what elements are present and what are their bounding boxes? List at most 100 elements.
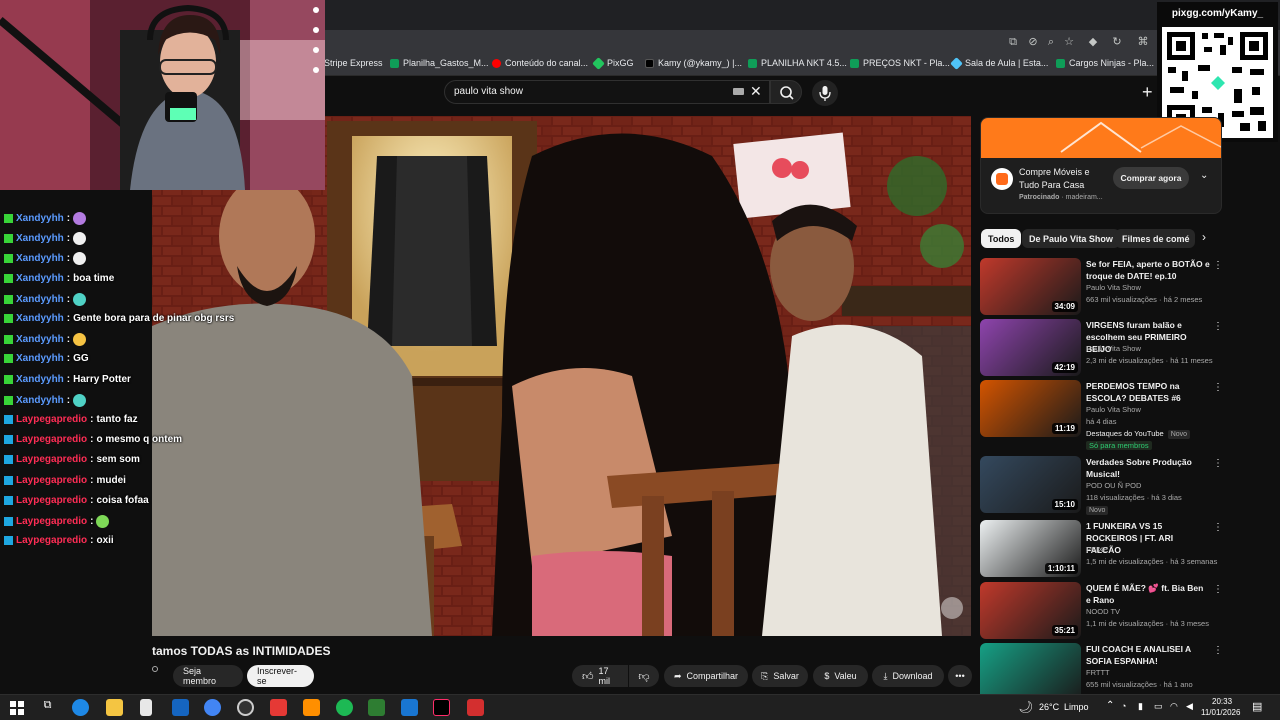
create-icon[interactable]: + bbox=[1142, 82, 1153, 103]
profile-icon[interactable]: ⌘ bbox=[1136, 35, 1150, 49]
recommended-video[interactable]: 35:21 QUEM É MÃE? 💕 ft. Bia Ben e Rano NOO… bbox=[980, 582, 1225, 640]
reload-icon[interactable]: ↻ bbox=[1110, 35, 1124, 49]
recommended-video[interactable]: 42:19 VIRGENS furam balão e escolhem seu … bbox=[980, 319, 1225, 377]
recommended-video[interactable]: 11:19 PERDEMOS TEMPO na ESCOLA? DEBATES #… bbox=[980, 380, 1225, 450]
translate-icon[interactable]: ⧉ bbox=[1006, 35, 1020, 49]
chat-badge-icon bbox=[4, 435, 13, 445]
like-button[interactable]: 👍︎ 17 mil bbox=[572, 665, 628, 687]
video-player[interactable] bbox=[152, 116, 971, 636]
join-button[interactable]: Seja membro bbox=[173, 665, 243, 687]
more-actions-button[interactable]: ••• bbox=[948, 665, 972, 687]
dislike-button[interactable]: 👎︎ bbox=[629, 665, 659, 687]
channel-name[interactable]: Paulo Vita Show bbox=[1086, 283, 1141, 292]
more-vert-icon[interactable]: ⋮ bbox=[1213, 382, 1223, 393]
more-vert-icon[interactable]: ⋮ bbox=[1213, 260, 1223, 271]
video-title[interactable]: QUEM É MÃE? 💕 ft. Bia Ben e Rano bbox=[1086, 582, 1210, 606]
zoom-icon[interactable]: ⌕ bbox=[1044, 35, 1058, 49]
edge-icon[interactable] bbox=[72, 699, 89, 716]
video-title[interactable]: Verdades Sobre Produção Musical! bbox=[1086, 456, 1210, 480]
chat-message: Xandyyhh: bbox=[4, 292, 87, 306]
bookmark-item[interactable]: Conteúdo do canal... bbox=[492, 58, 588, 68]
more-vert-icon[interactable]: ⋮ bbox=[1213, 458, 1223, 469]
wifi-icon[interactable]: ◠ bbox=[1170, 701, 1178, 712]
bookmark-item[interactable]: Sala de Aula | Esta... bbox=[950, 56, 1048, 70]
chip-channel[interactable]: De Paulo Vita Show bbox=[1022, 229, 1120, 248]
thanks-button[interactable]: $ Valeu bbox=[813, 665, 868, 687]
app-x-icon[interactable] bbox=[467, 699, 484, 716]
video-thumbnail[interactable]: 15:10 bbox=[980, 456, 1081, 513]
recommended-video[interactable]: 1:10:11 1 FUNKEIRA VS 15 ROCKEIROS | FT. … bbox=[980, 520, 1225, 578]
save-button[interactable]: ⎘ Salvar bbox=[752, 665, 808, 687]
tiktok-icon[interactable] bbox=[433, 699, 450, 716]
photos-icon[interactable] bbox=[401, 699, 418, 716]
video-title[interactable]: FUI COACH E ANALISEI A SOFIA ESPANHA! bbox=[1086, 643, 1210, 667]
microphone-icon[interactable]: ▮ bbox=[1138, 701, 1143, 712]
bookmark-item[interactable]: Stripe Express bbox=[324, 58, 383, 68]
ad-cta-button[interactable]: Comprar agora bbox=[1113, 167, 1189, 189]
chevron-up-icon[interactable]: ⌃ bbox=[1106, 700, 1114, 711]
channel-name[interactable]: PEIXE bbox=[1086, 545, 1108, 554]
app-a-icon[interactable] bbox=[303, 699, 320, 716]
keyboard-icon[interactable] bbox=[733, 88, 744, 95]
spotify-icon[interactable] bbox=[336, 699, 353, 716]
bookmark-item[interactable]: Planilha_Gastos_M... bbox=[390, 58, 489, 68]
microphone-icon bbox=[819, 86, 831, 101]
chip-all[interactable]: Todos bbox=[981, 229, 1022, 248]
extension-icon[interactable]: ◆ bbox=[1086, 35, 1100, 49]
recommended-video[interactable]: FUI COACH E ANALISEI A SOFIA ESPANHA! FRT… bbox=[980, 643, 1225, 701]
channel-name[interactable]: Paulo Vita Show bbox=[1086, 405, 1141, 414]
chrome-icon[interactable] bbox=[204, 699, 221, 716]
clock-time[interactable]: 20:33 bbox=[1212, 697, 1232, 706]
video-thumbnail[interactable]: 34:09 bbox=[980, 258, 1081, 315]
clock-date[interactable]: 11/01/2026 bbox=[1201, 708, 1240, 717]
bookmark-item[interactable]: Kamy (@ykamy_) |... bbox=[645, 58, 742, 68]
ad-card[interactable]: Compre Móveis e Tudo Para Casa Patrocina… bbox=[980, 117, 1222, 214]
app-w-icon[interactable] bbox=[270, 699, 287, 716]
channel-name[interactable]: Paulo Vita Show bbox=[1086, 344, 1141, 353]
windows-start-icon[interactable] bbox=[10, 701, 24, 715]
clear-search-icon[interactable]: ✕ bbox=[750, 83, 762, 100]
chevron-down-icon[interactable]: ⌄ bbox=[1200, 170, 1208, 181]
task-view-icon[interactable]: ⧉ bbox=[39, 699, 56, 716]
subscribe-button[interactable]: Inscrever-se bbox=[247, 665, 314, 687]
display-icon[interactable]: ▭ bbox=[1154, 701, 1163, 712]
chat-separator: : bbox=[66, 373, 71, 385]
network-icon[interactable]: ◔ bbox=[1121, 701, 1126, 711]
mail-icon[interactable] bbox=[172, 699, 189, 716]
search-button[interactable] bbox=[770, 80, 802, 104]
obs-icon[interactable] bbox=[237, 699, 254, 716]
bookmark-item[interactable]: PREÇOS NKT - Pla... bbox=[850, 58, 950, 68]
video-thumbnail[interactable] bbox=[980, 643, 1081, 700]
download-button[interactable]: ⤓ Download bbox=[872, 665, 944, 687]
recommended-video[interactable]: 34:09 Se for FEIA, aperte o BOTÃO e troqu… bbox=[980, 258, 1225, 316]
more-vert-icon[interactable]: ⋮ bbox=[1213, 584, 1223, 595]
chevron-right-icon[interactable]: › bbox=[1202, 230, 1206, 244]
notepad-icon[interactable] bbox=[140, 699, 152, 716]
bookmark-item[interactable]: PLANILHA NKT 4.5... bbox=[748, 58, 847, 68]
more-vert-icon[interactable]: ⋮ bbox=[1213, 321, 1223, 332]
streaming-app-icon[interactable] bbox=[368, 699, 385, 716]
notification-icon[interactable]: ▤ bbox=[1252, 700, 1262, 713]
bookmark-item[interactable]: PixGG bbox=[592, 56, 634, 70]
video-thumbnail[interactable]: 35:21 bbox=[980, 582, 1081, 639]
video-thumbnail[interactable]: 11:19 bbox=[980, 380, 1081, 437]
video-thumbnail[interactable]: 1:10:11 bbox=[980, 520, 1081, 577]
video-title[interactable]: Se for FEIA, aperte o BOTÃO e troque de … bbox=[1086, 258, 1210, 282]
chip-comedy[interactable]: Filmes de comé bbox=[1115, 229, 1195, 248]
bookmark-item[interactable]: Cargos Ninjas - Pla... bbox=[1056, 58, 1154, 68]
more-vert-icon[interactable]: ⋮ bbox=[1213, 522, 1223, 533]
volume-icon[interactable]: ◀ bbox=[1186, 701, 1193, 712]
channel-name[interactable]: POD OU Ñ POD bbox=[1086, 481, 1141, 490]
video-title[interactable]: PERDEMOS TEMPO na ESCOLA? DEBATES #6 bbox=[1086, 380, 1210, 404]
more-icon: ••• bbox=[955, 671, 965, 681]
tracking-icon[interactable]: ⊘ bbox=[1026, 35, 1040, 49]
more-vert-icon[interactable]: ⋮ bbox=[1213, 645, 1223, 656]
channel-name[interactable]: FRTTT bbox=[1086, 668, 1110, 677]
video-thumbnail[interactable]: 42:19 bbox=[980, 319, 1081, 376]
share-button[interactable]: ➦ Compartilhar bbox=[664, 665, 748, 687]
voice-search-button[interactable] bbox=[812, 80, 838, 106]
recommended-video[interactable]: 15:10 Verdades Sobre Produção Musical! POD… bbox=[980, 456, 1225, 515]
bookmark-star-icon[interactable]: ☆ bbox=[1062, 35, 1076, 49]
file-explorer-icon[interactable] bbox=[106, 699, 123, 716]
channel-name[interactable]: NOOD TV bbox=[1086, 607, 1120, 616]
